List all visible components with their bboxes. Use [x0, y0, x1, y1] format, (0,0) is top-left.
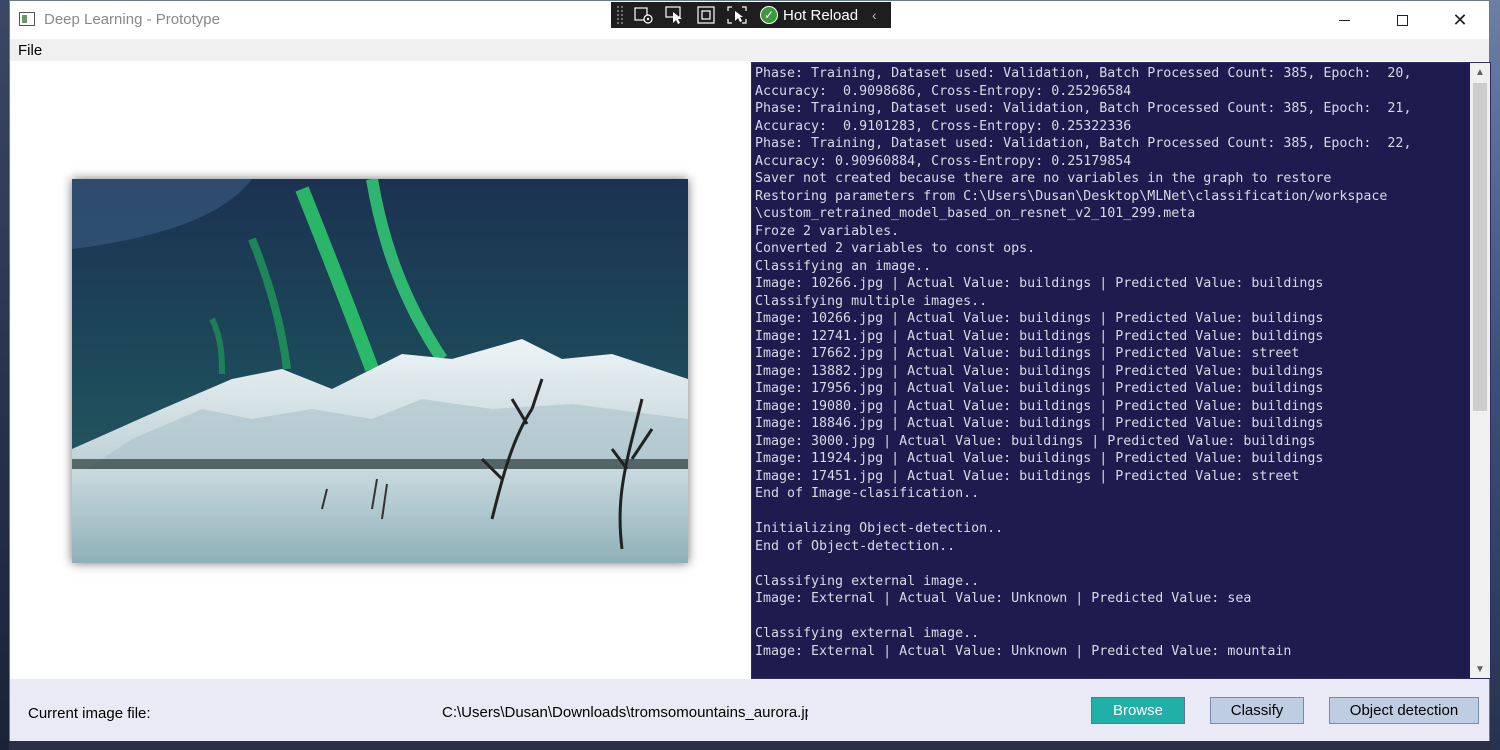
grip-icon[interactable]	[616, 5, 624, 25]
console-line: Initializing Object-detection..	[755, 521, 1004, 536]
close-icon: ✕	[1452, 9, 1468, 31]
object-detection-button[interactable]: Object detection	[1329, 697, 1479, 724]
window-title: Deep Learning - Prototype	[44, 11, 220, 28]
hot-reload-label[interactable]: Hot Reload	[783, 7, 858, 24]
layout-adorner-icon[interactable]	[695, 5, 717, 25]
maximize-icon	[1396, 14, 1408, 26]
maximize-button[interactable]	[1373, 1, 1431, 39]
console-line: End of Image-clasification..	[755, 486, 980, 501]
select-element-icon[interactable]	[633, 5, 655, 25]
minimize-icon	[1338, 19, 1350, 21]
current-file-path: C:\Users\Dusan\Downloads\tromsomountains…	[442, 704, 808, 721]
console-line: Image: 3000.jpg | Actual Value: building…	[755, 433, 1316, 449]
title-bar[interactable]: Deep Learning - Prototype ✓ Hot Reload ‹…	[10, 1, 1489, 39]
footer-bar: Current image file: C:\Users\Dusan\Downl…	[10, 679, 1489, 741]
console-line: Image: 11924.jpg | Actual Value: buildin…	[755, 451, 1324, 466]
console-line: Phase: Training, Dataset used: Validatio…	[755, 136, 1412, 151]
current-file-label: Current image file:	[28, 705, 151, 722]
output-console[interactable]: Phase: Training, Dataset used: Validatio…	[751, 62, 1491, 679]
console-line: Classifying external image..	[755, 573, 980, 589]
image-panel	[10, 61, 751, 679]
console-line: Image: 19080.jpg | Actual Value: buildin…	[755, 398, 1324, 414]
console-line: Image: 10266.jpg | Actual Value: buildin…	[755, 311, 1324, 326]
console-line: \custom_retrained_model_based_on_resnet_…	[755, 206, 1196, 221]
console-line: Phase: Training, Dataset used: Validatio…	[755, 101, 1412, 116]
classify-button[interactable]: Classify	[1210, 697, 1304, 724]
check-icon: ✓	[760, 6, 778, 24]
console-line: Phase: Training, Dataset used: Validatio…	[755, 66, 1412, 81]
console-line: Image: 18846.jpg | Actual Value: buildin…	[755, 416, 1324, 431]
console-line: Image: 12741.jpg | Actual Value: buildin…	[755, 328, 1324, 344]
console-line: End of Object-detection..	[755, 538, 956, 554]
console-line: Converted 2 variables to const ops.	[755, 241, 1036, 256]
menu-bar: File	[10, 39, 1489, 61]
scroll-thumb[interactable]	[1473, 83, 1487, 411]
browse-button[interactable]: Browse	[1091, 697, 1185, 724]
desktop-background-left	[0, 0, 9, 750]
console-line: Restoring parameters from C:\Users\Dusan…	[755, 188, 1388, 204]
console-line: Froze 2 variables.	[755, 223, 900, 239]
console-line: Classifying an image..	[755, 258, 932, 274]
console-output: Phase: Training, Dataset used: Validatio…	[755, 65, 1467, 677]
chevron-left-icon[interactable]: ‹	[872, 7, 877, 23]
console-line: Classifying multiple images..	[755, 293, 988, 309]
app-icon	[19, 12, 35, 26]
console-line: Accuracy: 0.9098686, Cross-Entropy: 0.25…	[755, 83, 1132, 99]
console-scrollbar[interactable]: ▲ ▼	[1470, 63, 1490, 678]
close-button[interactable]: ✕	[1431, 1, 1489, 39]
console-line: Image: 17662.jpg | Actual Value: buildin…	[755, 346, 1300, 361]
hot-reload-toolbar: ✓ Hot Reload ‹	[611, 2, 891, 28]
app-window: Deep Learning - Prototype ✓ Hot Reload ‹…	[9, 0, 1491, 741]
aurora-landscape-image	[72, 179, 688, 563]
console-line: Accuracy: 0.9101283, Cross-Entropy: 0.25…	[755, 118, 1132, 134]
console-line: Image: External | Actual Value: Unknown …	[755, 643, 1292, 659]
console-line: Image: 17956.jpg | Actual Value: buildin…	[755, 381, 1324, 396]
scroll-up-icon[interactable]: ▲	[1470, 63, 1490, 81]
console-line: Accuracy: 0.90960884, Cross-Entropy: 0.2…	[755, 153, 1132, 169]
console-line: Classifying external image..	[755, 626, 980, 641]
track-focus-icon[interactable]	[726, 5, 748, 25]
pointer-icon[interactable]	[664, 5, 686, 25]
desktop-background-right	[1490, 0, 1500, 750]
console-line: Image: External | Actual Value: Unknown …	[755, 591, 1252, 606]
console-line: Image: 17451.jpg | Actual Value: buildin…	[755, 468, 1300, 484]
console-line: Image: 13882.jpg | Actual Value: buildin…	[755, 363, 1324, 379]
minimize-button[interactable]	[1315, 1, 1373, 39]
console-line: Image: 10266.jpg | Actual Value: buildin…	[755, 276, 1324, 291]
console-line: Saver not created because there are no v…	[755, 171, 1332, 186]
menu-file[interactable]: File	[18, 42, 42, 59]
scroll-down-icon[interactable]: ▼	[1470, 660, 1490, 678]
